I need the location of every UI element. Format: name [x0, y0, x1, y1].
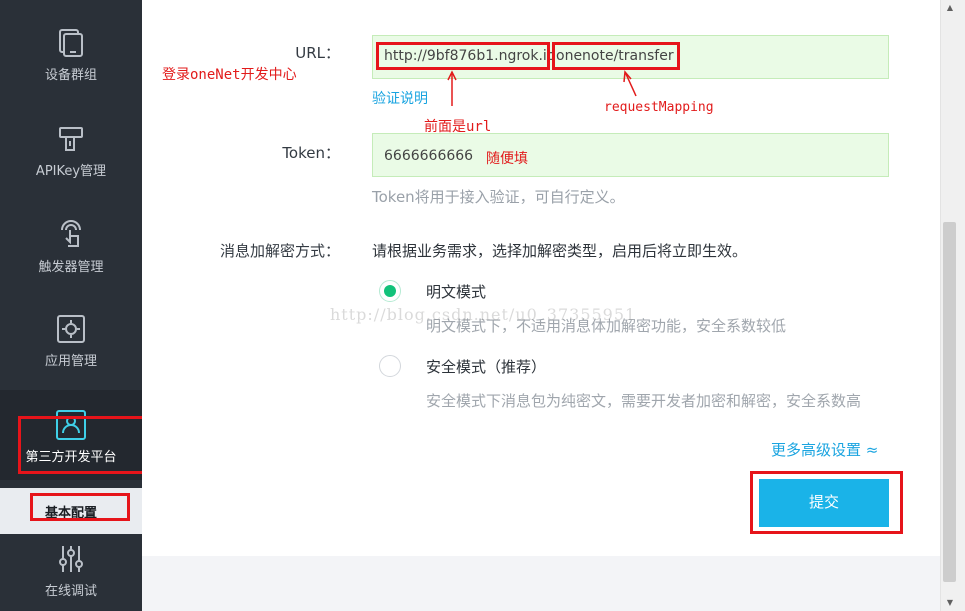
encrypt-description: 请根据业务需求，选择加解密类型，启用后将立即生效。	[372, 242, 748, 260]
watermark: http://blog.csdn.net/u0_37355951	[330, 305, 637, 324]
secure-mode-radio[interactable]	[379, 355, 401, 377]
token-label: Token：	[282, 144, 340, 162]
scroll-down-icon[interactable]: ▼	[944, 597, 956, 609]
annotation-token-note: 随便填	[486, 151, 528, 167]
token-value: 6666666666	[384, 148, 474, 164]
scroll-up-icon[interactable]: ▲	[944, 2, 956, 14]
plaintext-mode-radio[interactable]	[379, 280, 401, 302]
annotation-box-submit	[750, 471, 903, 534]
encrypt-label: 消息加解密方式：	[219, 242, 340, 260]
secure-mode-desc: 安全模式下消息包为纯密文，需要开发者加密和解密，安全系数高	[426, 392, 862, 410]
scrollbar-thumb[interactable]	[943, 222, 956, 582]
token-help-text: Token将用于接入验证，可自行定义。	[372, 188, 625, 206]
secure-mode-title: 安全模式（推荐）	[426, 358, 547, 376]
plaintext-mode-title: 明文模式	[426, 283, 487, 301]
annotation-mapping-note: requestMapping	[604, 100, 714, 115]
more-settings-link[interactable]: 更多高级设置 ≈	[771, 439, 878, 460]
